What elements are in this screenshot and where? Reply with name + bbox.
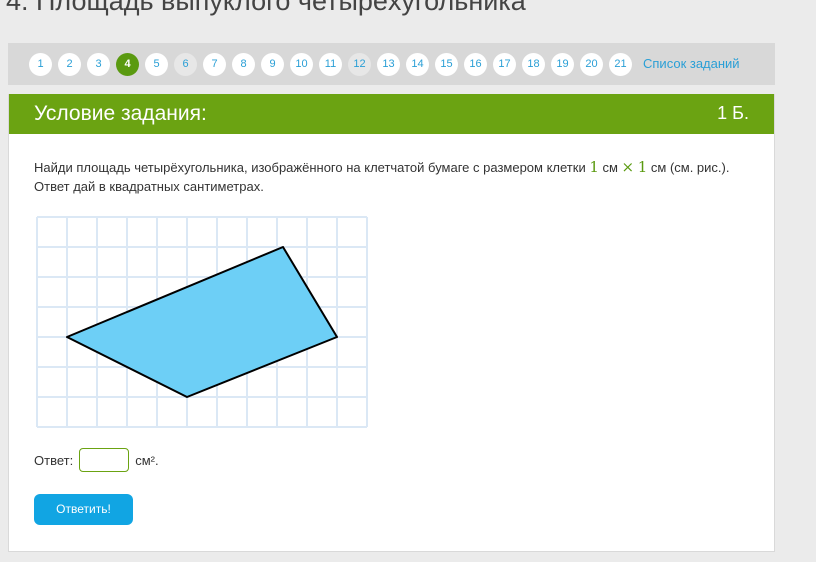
page-title: 4. Площадь выпуклого четырёхугольника bbox=[6, 0, 526, 16]
task-points: 1 Б. bbox=[717, 103, 749, 123]
page-button-14[interactable]: 14 bbox=[406, 53, 429, 76]
answer-label: Ответ: bbox=[34, 452, 74, 468]
page-button-12[interactable]: 12 bbox=[348, 53, 371, 76]
answer-row: Ответ: см². bbox=[34, 448, 159, 472]
page-button-15[interactable]: 15 bbox=[435, 53, 458, 76]
page-button-19[interactable]: 19 bbox=[551, 53, 574, 76]
page-button-18[interactable]: 18 bbox=[522, 53, 545, 76]
cell-size-a: 1 bbox=[589, 158, 599, 176]
quadrilateral-shape bbox=[66, 246, 338, 398]
task-list-link[interactable]: Список заданий bbox=[643, 56, 740, 71]
task-header-title: Условие задания: bbox=[34, 102, 207, 125]
page-button-8[interactable]: 8 bbox=[232, 53, 255, 76]
page-button-4[interactable]: 4 bbox=[116, 53, 139, 76]
answer-unit: см². bbox=[135, 452, 159, 468]
task-card: Условие задания: 1 Б. Найди площадь четы… bbox=[8, 94, 775, 552]
page-button-7[interactable]: 7 bbox=[203, 53, 226, 76]
page-buttons: 1 2 3 4 5 6 7 8 9 10 11 12 13 14 15 16 17 18 19 20 21 bbox=[29, 53, 638, 76]
problem-text-before: Найди площадь четырёхугольника, изображё… bbox=[34, 160, 590, 175]
answer-input[interactable] bbox=[79, 448, 130, 472]
grid-figure bbox=[34, 214, 371, 435]
cell-size-b: 1 bbox=[637, 158, 648, 176]
page-button-9[interactable]: 9 bbox=[261, 53, 284, 76]
task-header: Условие задания: 1 Б. bbox=[9, 94, 774, 134]
submit-button[interactable]: Ответить! bbox=[34, 494, 133, 525]
page-button-16[interactable]: 16 bbox=[464, 53, 487, 76]
page-button-21[interactable]: 21 bbox=[609, 53, 632, 76]
page-button-6[interactable]: 6 bbox=[174, 53, 197, 76]
page-button-13[interactable]: 13 bbox=[377, 53, 400, 76]
page-button-2[interactable]: 2 bbox=[58, 53, 81, 76]
problem-text: Найди площадь четырёхугольника, изображё… bbox=[34, 158, 734, 196]
page-button-1[interactable]: 1 bbox=[29, 53, 52, 76]
page-button-10[interactable]: 10 bbox=[290, 53, 313, 76]
task-navigation: 1 2 3 4 5 6 7 8 9 10 11 12 13 14 15 16 17 18 19 20 21 Список… bbox=[8, 43, 775, 85]
unit-a: см bbox=[598, 160, 622, 175]
page-button-5[interactable]: 5 bbox=[145, 53, 168, 76]
page-button-3[interactable]: 3 bbox=[87, 53, 110, 76]
page-button-17[interactable]: 17 bbox=[493, 53, 516, 76]
quadrilateral-figure bbox=[36, 216, 368, 428]
page-button-20[interactable]: 20 bbox=[580, 53, 603, 76]
times-sign: × bbox=[621, 158, 635, 176]
page-button-11[interactable]: 11 bbox=[319, 53, 342, 76]
